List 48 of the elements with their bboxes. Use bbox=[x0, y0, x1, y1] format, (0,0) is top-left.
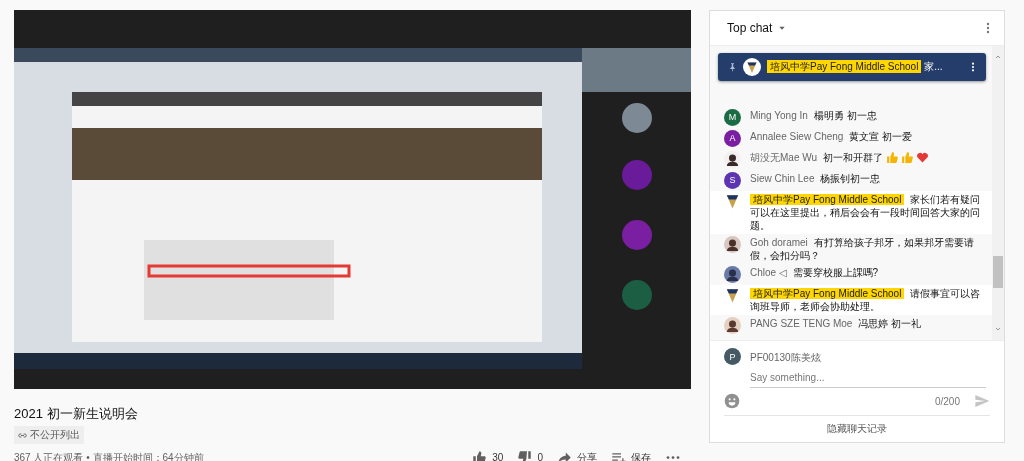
avatar: M bbox=[724, 109, 741, 126]
chat-message: Annalee Siew Cheng 黄文宣 初一爱 bbox=[750, 130, 914, 143]
share-button[interactable]: 分享 bbox=[557, 450, 597, 461]
chat-message: 培风中学Pay Fong Middle School 请假事宜可以咨询班导师，老师会协助处理。 bbox=[750, 287, 982, 313]
chat-message: Siew Chin Lee 杨振钊初一忠 bbox=[750, 172, 882, 185]
avatar-icon bbox=[724, 151, 741, 168]
save-button[interactable]: 保存 bbox=[611, 450, 651, 461]
avatar: A bbox=[724, 130, 741, 147]
avatar-icon bbox=[724, 317, 741, 334]
message-input[interactable]: Say something... bbox=[750, 368, 986, 388]
add-to-playlist-icon bbox=[611, 450, 626, 461]
chat-message: PANG SZE TENG Moe 冯思婷 初一礼 bbox=[750, 317, 923, 330]
caret-icon bbox=[778, 24, 787, 32]
avatar: P bbox=[724, 348, 741, 365]
avatar-icon bbox=[724, 236, 741, 253]
thumbs-down-icon bbox=[517, 450, 533, 461]
pinned-message[interactable]: 培风中学Pay Fong Middle School 家... bbox=[718, 53, 986, 81]
dislike-button[interactable]: 0 bbox=[517, 450, 543, 461]
share-icon bbox=[557, 450, 572, 461]
chat-message: 培风中学Pay Fong Middle School 家长们若有疑问可以在这里提出，稍后会会有一段时间回答大家的问题。 bbox=[750, 193, 982, 232]
crest-icon bbox=[724, 287, 741, 304]
scrollbar-thumb[interactable] bbox=[993, 256, 1003, 288]
crest-icon bbox=[743, 58, 761, 76]
chat-message: Ming Yong In 楊明勇 初一忠 bbox=[750, 109, 878, 122]
pin-icon bbox=[728, 61, 737, 73]
scrollbar[interactable] bbox=[992, 46, 1004, 340]
emoji-icon[interactable] bbox=[724, 393, 740, 409]
thumbs-up-emoji-icon bbox=[886, 151, 900, 164]
thumbs-up-emoji-icon bbox=[901, 151, 915, 164]
chat-message: Goh doramei 有打算给孩子邦牙，如果邦牙需要请假，会扣分吗？ bbox=[750, 236, 975, 262]
crest-icon bbox=[724, 193, 741, 210]
send-icon[interactable] bbox=[974, 393, 990, 409]
unlisted-badge: 不公开列出 bbox=[14, 426, 84, 444]
avatar-icon bbox=[724, 266, 741, 283]
like-button[interactable]: 30 bbox=[472, 450, 504, 461]
avatar: S bbox=[724, 172, 741, 189]
heart-icon bbox=[916, 151, 930, 164]
link-icon bbox=[18, 430, 27, 440]
hide-chat-button[interactable]: 隐藏聊天记录 bbox=[724, 415, 990, 442]
video-title: 2021 初一新生说明会 bbox=[14, 405, 139, 423]
scroll-up-icon bbox=[994, 54, 1002, 60]
scroll-down-icon bbox=[994, 326, 1002, 332]
thumbs-up-icon bbox=[472, 450, 488, 461]
chat-mode-dropdown[interactable]: Top chat bbox=[727, 21, 787, 35]
character-counter: 0/200 bbox=[934, 395, 960, 407]
chat-message: 胡没无Mae Wu 初一和开群了 bbox=[750, 151, 984, 164]
user-name: PF00130陈美炫 bbox=[750, 351, 822, 365]
chat-message: Chloe ◁ 需要穿校服上課嗎? bbox=[750, 266, 880, 279]
